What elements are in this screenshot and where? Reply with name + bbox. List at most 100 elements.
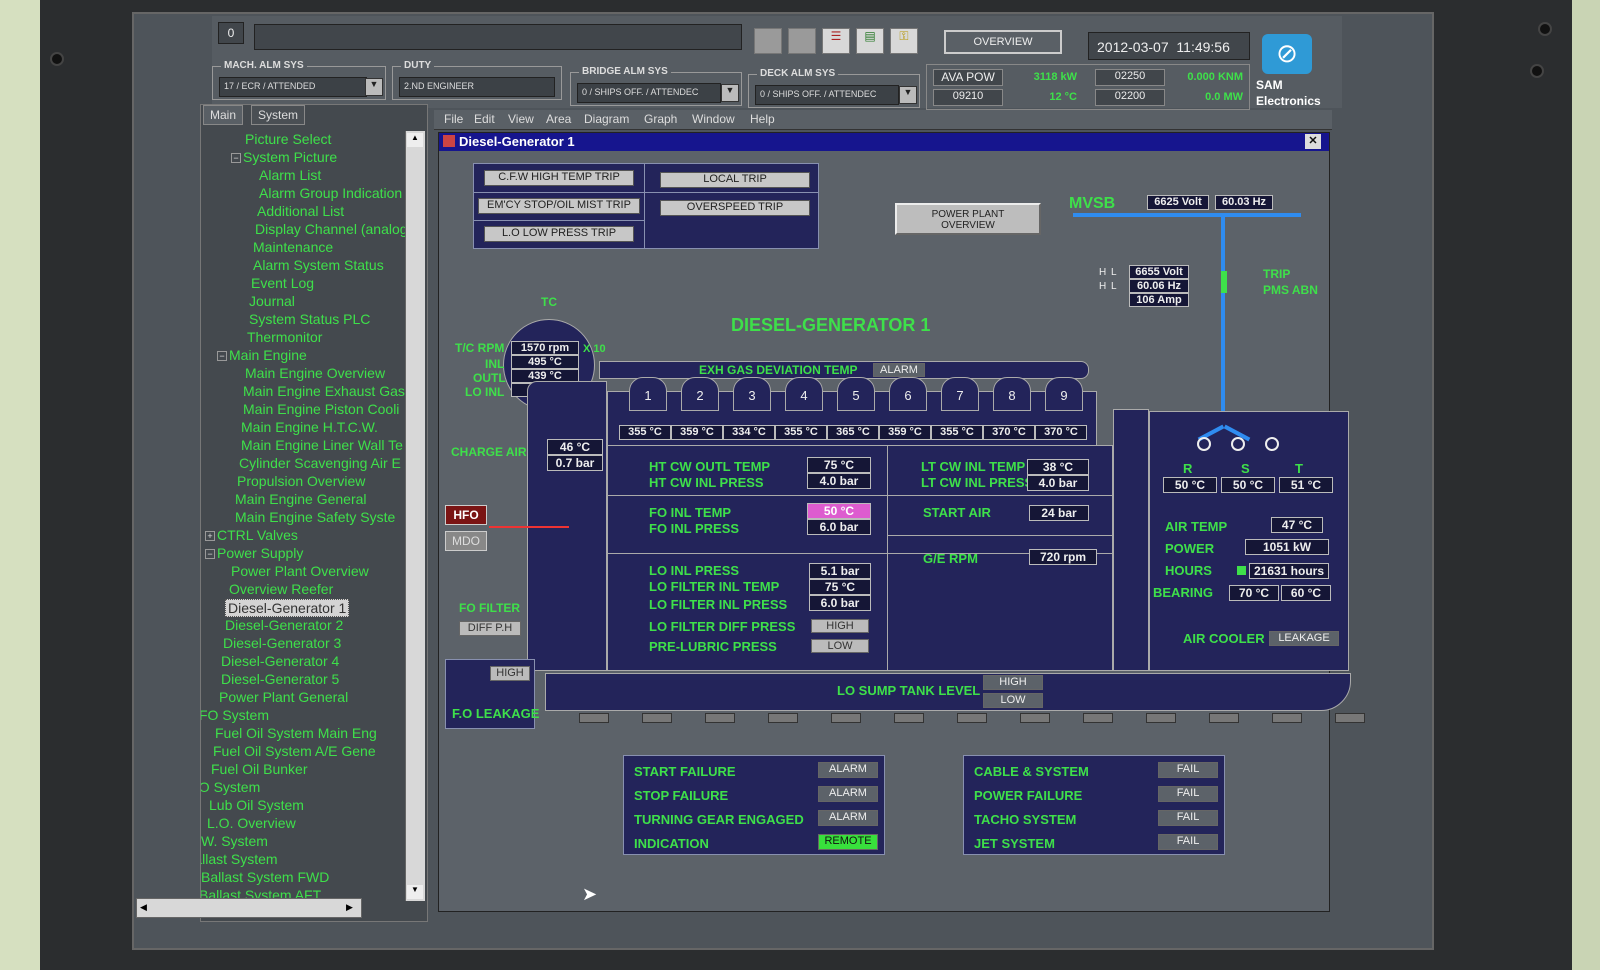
toolbar-button-2[interactable]: [788, 28, 816, 54]
scroll-up-icon[interactable]: ▲: [407, 133, 423, 147]
tree-item[interactable]: Diesel-Generator 2: [225, 617, 343, 633]
tree-item[interactable]: C.W. System: [201, 833, 268, 849]
cylinder-exh-temp: 370 °C: [983, 425, 1035, 440]
tree-item[interactable]: Diesel-Generator 3: [223, 635, 341, 651]
menu-window[interactable]: Window: [692, 112, 735, 126]
menu-help[interactable]: Help: [750, 112, 775, 126]
overspeed-trip-button[interactable]: OVERSPEED TRIP: [660, 200, 810, 216]
tc-inl-label: INL: [485, 357, 505, 371]
air-temp-value: 47 °C: [1271, 517, 1323, 533]
scroll-down-icon[interactable]: ▼: [407, 885, 423, 899]
scroll-left-icon[interactable]: ◀: [140, 902, 147, 913]
menu-diagram[interactable]: Diagram: [584, 112, 629, 126]
phase-r-temp: 50 °C: [1163, 477, 1217, 493]
expand-toggle-icon[interactable]: −: [217, 351, 227, 361]
tree-scrollbar[interactable]: [405, 131, 425, 901]
tree-item[interactable]: CTRL Valves: [217, 527, 298, 543]
tree-item[interactable]: Alarm System Status: [253, 257, 384, 273]
tree-hscrollbar[interactable]: [136, 898, 362, 918]
key-icon[interactable]: ⚿: [890, 28, 918, 54]
local-trip-button[interactable]: LOCAL TRIP: [660, 172, 810, 188]
chevron-down-icon[interactable]: ▼: [899, 86, 917, 104]
tree-item[interactable]: Alarm Group Indication: [259, 185, 402, 201]
scroll-right-icon[interactable]: ▶: [346, 902, 353, 913]
overview-button[interactable]: OVERVIEW: [944, 30, 1062, 54]
list-icon[interactable]: ☰: [822, 28, 850, 54]
lo-low-press-trip-button[interactable]: L.O LOW PRESS TRIP: [484, 226, 634, 242]
tree-item[interactable]: Cylinder Scavenging Air E: [239, 455, 401, 471]
toolbar-button-1[interactable]: [754, 28, 782, 54]
tab-system[interactable]: System: [251, 105, 306, 125]
tree-item[interactable]: Diesel-Generator 1: [225, 599, 350, 617]
busbar: [1073, 213, 1301, 217]
tree-item[interactable]: Main Engine: [229, 347, 307, 363]
tree-item[interactable]: Main Engine General: [235, 491, 367, 507]
tree-item[interactable]: Additional List: [257, 203, 344, 219]
lo-filter-diff-label: LO FILTER DIFF PRESS: [649, 619, 796, 634]
menu-area[interactable]: Area: [546, 112, 571, 126]
tree-item[interactable]: System Status PLC: [249, 311, 370, 327]
phase-t-label: T: [1295, 461, 1303, 476]
tree-item[interactable]: Main Engine Safety Syste: [235, 509, 395, 525]
emcy-stop-trip-button[interactable]: EM'CY STOP/OIL MIST TRIP: [478, 198, 640, 214]
mach-alm-select[interactable]: 17 / ECR / ATTENDED: [219, 77, 367, 97]
tree-item[interactable]: Diesel-Generator 5: [221, 671, 339, 687]
tree-item[interactable]: Main Engine H.T.C.W.: [241, 419, 378, 435]
tree-item[interactable]: Main Engine Exhaust Gas: [243, 383, 405, 399]
tab-main[interactable]: Main: [203, 105, 244, 125]
tree-item[interactable]: Propulsion Overview: [237, 473, 365, 489]
menu-graph[interactable]: Graph: [644, 112, 677, 126]
tree-item[interactable]: System Picture: [243, 149, 337, 165]
deck-alm-select[interactable]: 0 / SHIPS OFF. / ATTENDEC: [755, 85, 899, 105]
tree-item[interactable]: Overview Reefer: [229, 581, 333, 597]
charge-air-temp: 46 °C: [547, 439, 603, 455]
tree-item[interactable]: Maintenance: [253, 239, 333, 255]
ht-cw-inl-press: 4.0 bar: [807, 473, 871, 489]
tree-item[interactable]: Alarm List: [259, 167, 321, 183]
tree-item[interactable]: Fuel Oil System A/E Gene: [213, 743, 376, 759]
tree-item[interactable]: Display Channel (analogu: [255, 221, 415, 237]
tree-item[interactable]: Lub Oil System: [209, 797, 304, 813]
menu-file[interactable]: File: [444, 112, 463, 126]
tree-item[interactable]: Power Plant Overview: [231, 563, 369, 579]
tree-item[interactable]: FO System: [201, 707, 269, 723]
power-plant-overview-button[interactable]: POWER PLANT OVERVIEW: [895, 203, 1041, 235]
tree-item[interactable]: Event Log: [251, 275, 314, 291]
tree-item[interactable]: Ballast System FWD: [201, 869, 329, 885]
expand-toggle-icon[interactable]: +: [205, 531, 215, 541]
expand-toggle-icon[interactable]: −: [231, 153, 241, 163]
tree-item[interactable]: Power Plant General: [219, 689, 348, 705]
tree-item[interactable]: L.O. Overview: [207, 815, 296, 831]
alarm-state: FAIL: [1158, 810, 1218, 826]
tree-item[interactable]: LO System: [201, 779, 260, 795]
bridge-alm-select[interactable]: 0 / SHIPS OFF. / ATTENDEC: [577, 83, 721, 103]
knm-value: 0.000 KNM: [1187, 71, 1243, 83]
chevron-down-icon[interactable]: ▼: [365, 78, 383, 96]
pre-lubric-label: PRE-LUBRIC PRESS: [649, 639, 777, 654]
tree-item[interactable]: Picture Select: [245, 131, 331, 147]
tree-item[interactable]: Diesel-Generator 4: [221, 653, 339, 669]
fuel-line: [489, 526, 569, 528]
tree-item[interactable]: Power Supply: [217, 545, 303, 561]
tree-item[interactable]: Main Engine Piston Cooli: [243, 401, 399, 417]
window-title: Diesel-Generator 1: [459, 134, 575, 149]
gen-volt: 6655 Volt: [1129, 265, 1189, 279]
chevron-down-icon[interactable]: ▼: [721, 84, 739, 102]
menu-view[interactable]: View: [508, 112, 534, 126]
tree-item[interactable]: Main Engine Liner Wall Te: [241, 437, 403, 453]
expand-toggle-icon[interactable]: −: [205, 549, 215, 559]
report-icon[interactable]: ▤: [856, 28, 884, 54]
ava-pow-value: 3118 kW: [1033, 71, 1077, 83]
alarm-label: POWER FAILURE: [974, 788, 1083, 803]
power-status-panel: AVA POW 3118 kW 02250 0.000 KNM 09210 12…: [926, 64, 1250, 110]
menu-edit[interactable]: Edit: [474, 112, 495, 126]
tree-item[interactable]: Ballast System: [201, 851, 278, 867]
tree-item[interactable]: Fuel Oil Bunker: [211, 761, 307, 777]
cfw-high-temp-trip-button[interactable]: C.F.W HIGH TEMP TRIP: [484, 170, 634, 186]
tree-item[interactable]: Main Engine Overview: [245, 365, 385, 381]
close-icon[interactable]: ✕: [1305, 134, 1321, 149]
engine-foot: [579, 713, 609, 723]
tree-item[interactable]: Journal: [249, 293, 295, 309]
tree-item[interactable]: Fuel Oil System Main Eng: [215, 725, 377, 741]
tree-item[interactable]: Thermonitor: [247, 329, 322, 345]
